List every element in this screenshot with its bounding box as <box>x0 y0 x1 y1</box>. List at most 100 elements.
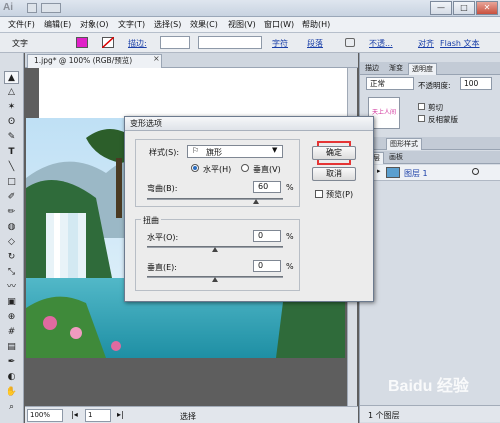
variable-width-field[interactable] <box>198 36 262 49</box>
envelope-icon[interactable] <box>345 38 355 47</box>
tab-transparency[interactable]: 透明度 <box>408 63 437 75</box>
tab-artboards[interactable]: 画板 <box>386 152 406 164</box>
bend-label: 弯曲(B): <box>147 184 178 193</box>
selection-tool-icon[interactable]: ▲ <box>4 71 19 84</box>
magic-wand-tool-icon[interactable]: ✶ <box>4 101 19 114</box>
line-tool-icon[interactable]: ╲ <box>4 161 19 174</box>
minimize-button[interactable]: — <box>430 1 452 15</box>
appearance-panel-tabs: 描边 渐变 透明度 <box>360 62 500 75</box>
menu-select[interactable]: 选择(S) <box>154 19 181 30</box>
align-link[interactable]: 对齐 <box>418 38 434 49</box>
v-distortion-percent: % <box>286 262 294 271</box>
layer-row[interactable]: ◉ ▸ 图层 1 <box>360 165 500 181</box>
opacity-link[interactable]: 不透... <box>369 38 393 49</box>
bend-slider-thumb[interactable] <box>253 199 259 204</box>
h-distortion-slider-thumb[interactable] <box>212 247 218 252</box>
flash-text-link[interactable]: Flash 文本 <box>440 38 480 49</box>
eyedropper-tool-icon[interactable]: ✒ <box>4 356 19 369</box>
close-button[interactable]: ✕ <box>476 1 498 15</box>
rectangle-tool-icon[interactable]: □ <box>4 176 19 189</box>
clip-label: 剪切 <box>428 103 443 112</box>
last-artboard-icon[interactable]: ▸| <box>117 410 124 419</box>
vertical-label: 垂直(V) <box>253 165 281 174</box>
menu-file[interactable]: 文件(F) <box>8 19 35 30</box>
pencil-tool-icon[interactable]: ✏ <box>4 206 19 219</box>
menu-effect[interactable]: 效果(C) <box>190 19 218 30</box>
blob-brush-tool-icon[interactable]: ◍ <box>4 221 19 234</box>
tab-gradient[interactable]: 渐变 <box>386 63 406 75</box>
shape-builder-tool-icon[interactable]: ⊕ <box>4 311 19 324</box>
opacity-label: 不透明度: <box>418 81 451 90</box>
style-select[interactable]: ⚐ 旗形 ▼ <box>187 145 283 158</box>
first-artboard-icon[interactable]: |◂ <box>71 410 78 419</box>
h-distortion-field[interactable]: 0 <box>253 230 281 242</box>
menu-type[interactable]: 文字(T) <box>118 19 145 30</box>
artboard-number-field[interactable]: 1 <box>85 409 111 422</box>
menu-view[interactable]: 视图(V) <box>228 19 256 30</box>
expand-layer-icon[interactable]: ▸ <box>377 167 381 175</box>
style-label: 样式(S): <box>149 148 180 157</box>
horizontal-label: 水平(H) <box>203 165 232 174</box>
preview-label: 预览(P) <box>326 190 354 199</box>
arrange-documents-icon[interactable] <box>41 3 61 13</box>
v-distortion-field[interactable]: 0 <box>253 260 281 272</box>
title-bar: Ai — □ ✕ <box>0 0 500 17</box>
document-tab-bar: 1.jpg* @ 100% (RGB/预览) × <box>25 53 358 68</box>
layer-count-label: 1 个图层 <box>368 411 400 420</box>
vertical-radio[interactable] <box>241 164 249 172</box>
close-tab-icon[interactable]: × <box>153 54 160 63</box>
layer-name[interactable]: 图层 1 <box>404 168 428 179</box>
tab-stroke[interactable]: 描边 <box>362 63 382 75</box>
gradient-tool-icon[interactable]: ▤ <box>4 341 19 354</box>
right-panel: 描边 渐变 透明度 正常 不透明度: 100 天上人间 剪切 反相蒙版 图形样式… <box>359 53 500 423</box>
blend-mode-select[interactable]: 正常 <box>366 77 414 90</box>
paintbrush-tool-icon[interactable]: ✐ <box>4 191 19 204</box>
h-distortion-percent: % <box>286 232 294 241</box>
free-transform-tool-icon[interactable]: ▣ <box>4 296 19 309</box>
clip-checkbox[interactable] <box>418 103 425 110</box>
bend-slider-track[interactable] <box>147 198 283 200</box>
paragraph-link[interactable]: 段落 <box>307 38 323 49</box>
eraser-tool-icon[interactable]: ◇ <box>4 236 19 249</box>
style-select-value: 旗形 <box>206 148 222 157</box>
mesh-tool-icon[interactable]: # <box>4 326 19 339</box>
menu-window[interactable]: 窗口(W) <box>264 19 294 30</box>
bend-field[interactable]: 60 <box>253 181 281 193</box>
hand-tool-icon[interactable]: ✋ <box>4 386 19 399</box>
menu-edit[interactable]: 编辑(E) <box>44 19 71 30</box>
status-mode-label[interactable]: 选择 <box>180 411 196 422</box>
character-link[interactable]: 字符 <box>272 38 288 49</box>
tab-graphic-styles[interactable]: 图形样式 <box>386 138 422 150</box>
v-distortion-slider-thumb[interactable] <box>212 277 218 282</box>
warp-tool-icon[interactable]: 〰 <box>4 281 19 294</box>
stroke-swatch[interactable] <box>102 37 114 48</box>
zoom-field[interactable]: 100% <box>27 409 63 422</box>
menu-help[interactable]: 帮助(H) <box>302 19 330 30</box>
rotate-tool-icon[interactable]: ↻ <box>4 251 19 264</box>
preview-checkbox[interactable] <box>315 190 323 198</box>
control-bar: 文字 描边: 字符 段落 不透... 对齐 Flash 文本 <box>0 33 500 53</box>
pen-tool-icon[interactable]: ✎ <box>4 131 19 144</box>
invert-mask-label: 反相蒙版 <box>428 115 458 124</box>
bridge-icon[interactable] <box>27 3 37 13</box>
horizontal-radio[interactable] <box>191 164 199 172</box>
type-tool-icon[interactable]: T <box>4 146 19 159</box>
invert-mask-checkbox[interactable] <box>418 115 425 122</box>
zoom-tool-icon[interactable]: ⌕ <box>4 401 19 414</box>
document-tab[interactable]: 1.jpg* @ 100% (RGB/预览) <box>27 54 162 68</box>
ok-button[interactable]: 确定 <box>312 146 356 160</box>
radio-selected-dot <box>193 166 197 170</box>
lasso-tool-icon[interactable]: ʘ <box>4 116 19 129</box>
fill-swatch[interactable] <box>76 37 88 48</box>
stroke-weight-field[interactable] <box>160 36 190 49</box>
blend-tool-icon[interactable]: ◐ <box>4 371 19 384</box>
opacity-field[interactable]: 100 <box>460 77 492 90</box>
stroke-link[interactable]: 描边: <box>128 38 147 49</box>
cancel-button[interactable]: 取消 <box>312 167 356 181</box>
layer-target-icon[interactable] <box>472 168 479 175</box>
menu-object[interactable]: 对象(O) <box>80 19 109 30</box>
scale-tool-icon[interactable]: ⤡ <box>4 266 19 279</box>
maximize-button[interactable]: □ <box>453 1 475 15</box>
direct-selection-tool-icon[interactable]: △ <box>4 86 19 99</box>
flag-icon: ⚐ <box>192 146 200 155</box>
